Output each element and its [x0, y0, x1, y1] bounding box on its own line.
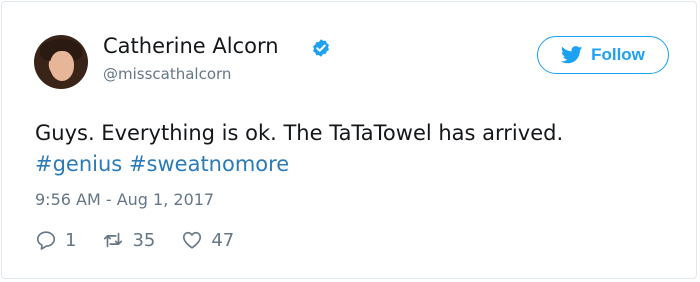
- like-count: 47: [211, 229, 235, 251]
- hashtag-link[interactable]: #genius: [35, 152, 122, 176]
- avatar[interactable]: [34, 35, 88, 89]
- verified-badge-icon: [313, 39, 329, 57]
- retweet-button[interactable]: 35: [102, 229, 155, 251]
- tweet-actions: 1 35 47: [35, 229, 234, 251]
- reply-count: 1: [65, 229, 77, 251]
- user-handle[interactable]: @misscathalcorn: [103, 65, 231, 83]
- tweet-card: Catherine Alcorn @misscathalcorn Follow …: [1, 1, 697, 279]
- reply-icon: [36, 231, 56, 250]
- follow-button[interactable]: Follow: [537, 36, 669, 74]
- reply-button[interactable]: 1: [35, 229, 76, 251]
- retweet-count: 35: [132, 229, 156, 251]
- heart-icon: [183, 231, 202, 249]
- display-name[interactable]: Catherine Alcorn: [103, 34, 279, 58]
- retweet-icon: [104, 232, 123, 248]
- tweet-text: Guys. Everything is ok. The TaTaTowel ha…: [35, 118, 675, 180]
- twitter-bird-icon: [561, 46, 583, 64]
- hashtag-link[interactable]: #sweatnomore: [129, 152, 289, 176]
- follow-button-label: Follow: [591, 45, 645, 64]
- like-button[interactable]: 47: [181, 229, 234, 251]
- tweet-timestamp[interactable]: 9:56 AM - Aug 1, 2017: [35, 190, 214, 209]
- avatar-face: [50, 51, 74, 81]
- tweet-body: Guys. Everything is ok. The TaTaTowel ha…: [35, 121, 564, 145]
